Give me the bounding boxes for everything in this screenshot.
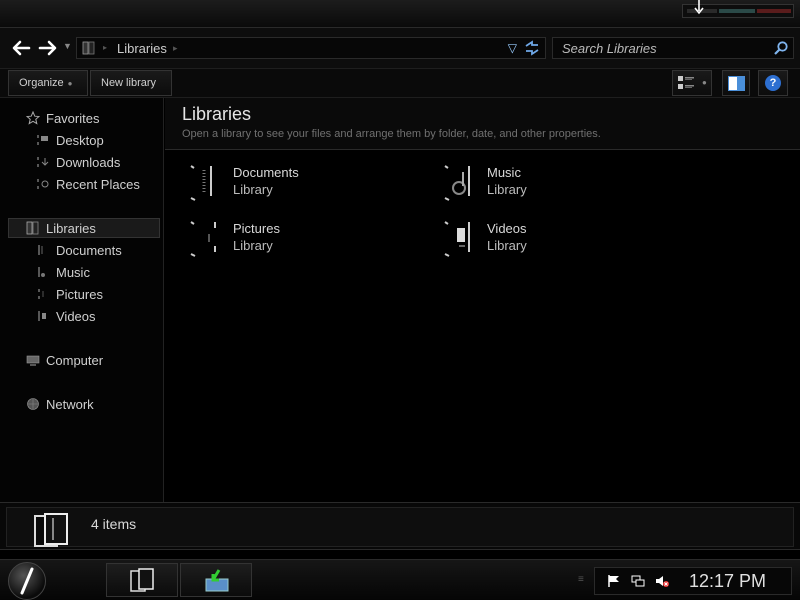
library-header: Libraries Open a library to see your fil… xyxy=(165,98,800,150)
libraries-icon xyxy=(82,41,95,55)
sidebar-label: Documents xyxy=(56,243,122,258)
pictures-library-icon xyxy=(190,221,216,257)
library-item-videos[interactable]: Videos Library xyxy=(441,218,641,266)
arrow-right-icon xyxy=(38,40,57,56)
page-title: Libraries xyxy=(182,104,252,124)
library-name: Documents xyxy=(233,165,299,180)
sidebar-label: Favorites xyxy=(46,111,100,126)
recent-pages-dropdown[interactable]: ▼ xyxy=(63,41,72,51)
close-button[interactable] xyxy=(757,9,791,13)
address-bar[interactable]: ▸ Libraries ▸ ▽ xyxy=(76,37,546,59)
sidebar-label: Network xyxy=(46,397,94,412)
library-type: Library xyxy=(233,238,273,253)
help-icon: ? xyxy=(765,75,781,91)
music-icon xyxy=(38,267,45,277)
organize-button[interactable]: Organize ● xyxy=(8,70,88,96)
details-view-icon xyxy=(678,76,694,89)
navigation-pane: Favorites Desktop Downloads Recent Place… xyxy=(0,98,164,502)
videos-icon xyxy=(38,311,46,321)
libraries-stack-icon xyxy=(34,513,68,547)
sidebar-label: Downloads xyxy=(56,155,121,170)
library-name: Videos xyxy=(487,221,527,236)
libraries-icon xyxy=(26,221,39,235)
dropdown-dot-icon: ● xyxy=(67,79,73,88)
command-bar: Organize ● New library ● ? xyxy=(0,68,800,98)
item-count: 4 items xyxy=(91,516,137,532)
download-manager-icon xyxy=(205,569,229,592)
crumb-arrow-icon[interactable]: ▸ xyxy=(173,43,178,54)
mouse-cursor-icon xyxy=(694,0,704,15)
volume-muted-icon[interactable] xyxy=(655,574,669,588)
library-type: Library xyxy=(487,182,527,197)
view-dropdown-icon[interactable]: ● xyxy=(702,71,707,95)
organize-label: Organize xyxy=(19,77,64,89)
preview-pane-button[interactable] xyxy=(722,70,750,96)
navigation-bar: ▼ ▸ Libraries ▸ ▽ Search Libraries xyxy=(0,28,800,68)
sidebar-label: Computer xyxy=(46,353,104,368)
preview-pane-icon xyxy=(728,76,745,91)
star-icon xyxy=(26,111,40,125)
search-icon[interactable] xyxy=(773,40,789,56)
search-box[interactable]: Search Libraries xyxy=(552,37,794,59)
details-pane: 4 items xyxy=(0,502,800,550)
explorer-icon xyxy=(130,568,154,592)
documents-library-icon xyxy=(190,165,212,201)
details-panel: 4 items xyxy=(6,507,794,547)
desktop-icon xyxy=(37,135,48,145)
sidebar-label: Desktop xyxy=(56,133,104,148)
notification-area: 12:17 PM xyxy=(594,567,792,595)
taskbar: ≡ 12:17 PM xyxy=(0,559,800,600)
library-name: Pictures xyxy=(233,221,280,236)
documents-icon xyxy=(38,245,43,255)
back-button[interactable] xyxy=(10,37,32,59)
content-pane: Libraries Open a library to see your fil… xyxy=(165,98,800,502)
title-bar xyxy=(0,0,800,28)
downloads-icon xyxy=(37,157,49,167)
new-library-label: New library xyxy=(101,77,157,89)
sidebar-label: Videos xyxy=(56,309,96,324)
new-library-button[interactable]: New library xyxy=(90,70,172,96)
sidebar-label: Music xyxy=(56,265,90,280)
start-orb-icon xyxy=(20,567,34,595)
address-dropdown-icon[interactable]: ▽ xyxy=(508,41,517,55)
tray-overflow-icon[interactable]: ≡ xyxy=(578,574,584,585)
network-icon xyxy=(27,398,39,410)
sidebar-label: Recent Places xyxy=(56,177,140,192)
action-center-flag-icon[interactable] xyxy=(607,574,621,588)
clock[interactable]: 12:17 PM xyxy=(689,571,766,592)
pictures-icon xyxy=(38,289,44,299)
sidebar-label: Libraries xyxy=(46,221,96,236)
videos-library-icon xyxy=(444,221,470,257)
computer-icon xyxy=(26,355,40,366)
crumb-separator-icon: ▸ xyxy=(103,43,108,52)
change-view-button[interactable]: ● xyxy=(672,70,712,96)
page-subtitle: Open a library to see your files and arr… xyxy=(182,128,601,140)
help-button[interactable]: ? xyxy=(758,70,788,96)
arrow-left-icon xyxy=(12,40,31,56)
recent-places-icon xyxy=(37,179,49,189)
search-input[interactable]: Search Libraries xyxy=(562,41,657,56)
forward-button[interactable] xyxy=(37,37,59,59)
taskbar-download-button[interactable] xyxy=(180,563,252,597)
network-status-icon[interactable] xyxy=(631,574,645,588)
library-type: Library xyxy=(233,182,273,197)
library-item-music[interactable]: Music Library xyxy=(441,162,641,210)
music-library-icon xyxy=(444,165,470,201)
library-type: Library xyxy=(487,238,527,253)
start-button[interactable] xyxy=(8,562,46,600)
refresh-icon[interactable] xyxy=(523,40,541,56)
library-item-pictures[interactable]: Pictures Library xyxy=(187,218,387,266)
library-item-documents[interactable]: Documents Library xyxy=(187,162,387,210)
library-name: Music xyxy=(487,165,521,180)
taskbar-explorer-button[interactable] xyxy=(106,563,178,597)
address-crumb[interactable]: Libraries xyxy=(117,41,167,56)
maximize-button[interactable] xyxy=(719,9,755,13)
sidebar-label: Pictures xyxy=(56,287,103,302)
